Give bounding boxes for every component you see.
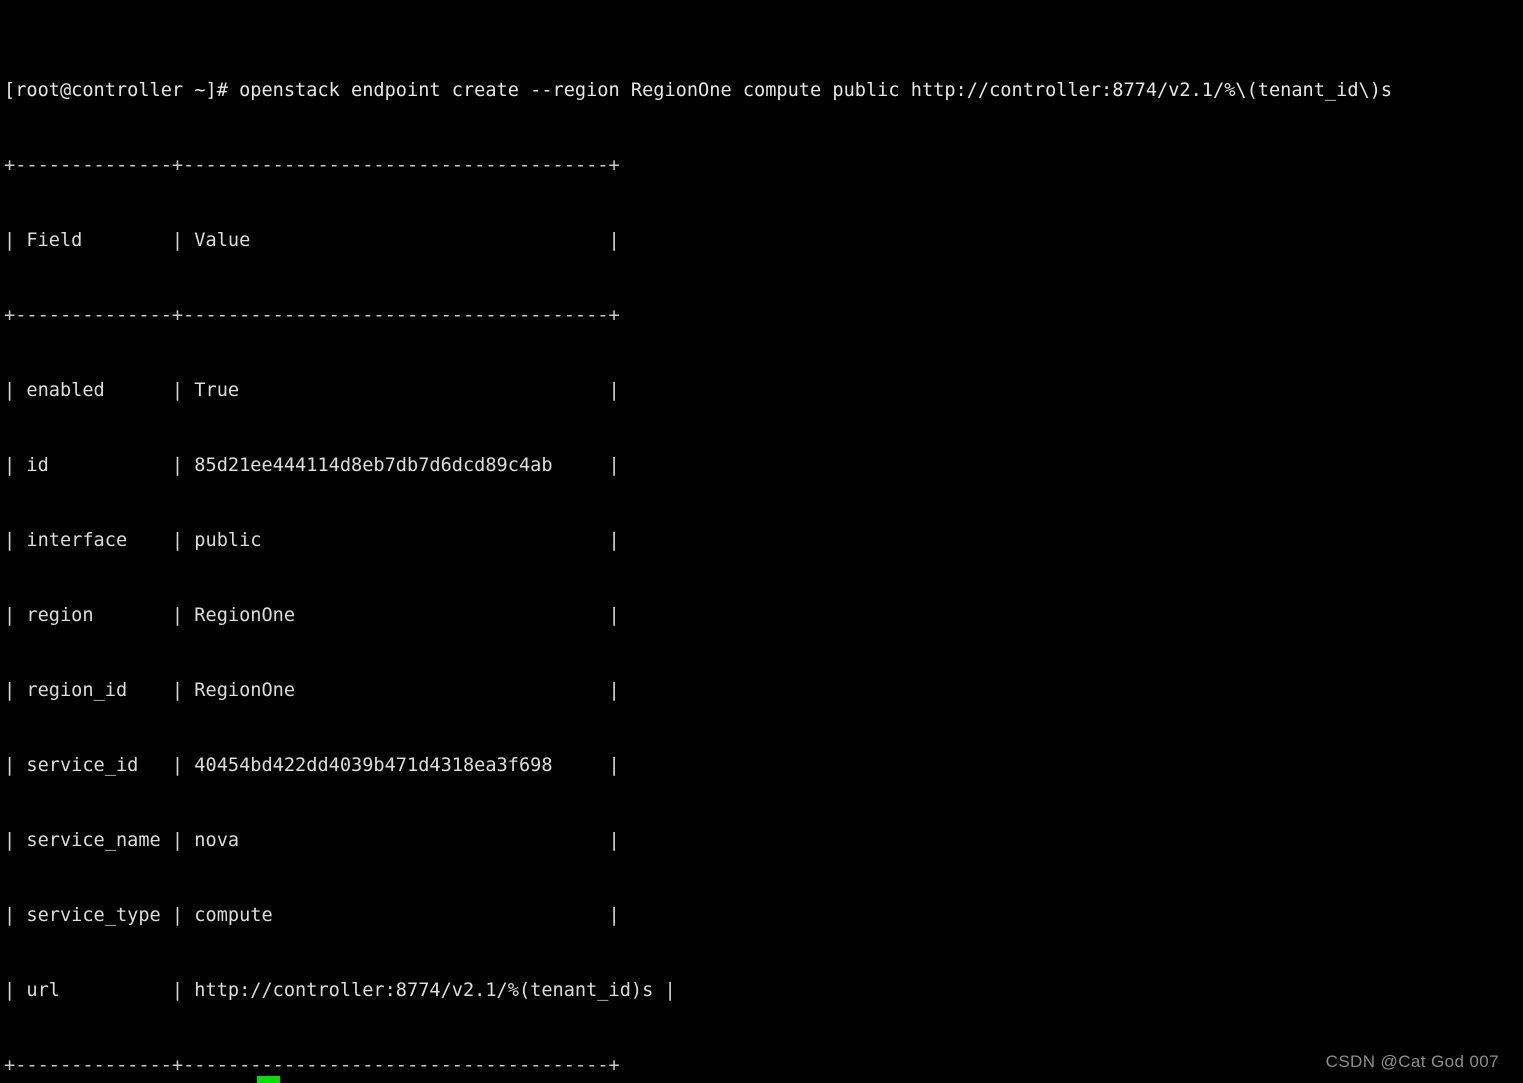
watermark-label: CSDN @Cat God 007 — [1325, 1052, 1499, 1071]
table-row: | service_id | 40454bd422dd4039b471d4318… — [4, 755, 620, 776]
table-row: | enabled | True | — [4, 380, 620, 401]
terminal-screen[interactable]: [root@controller ~]# openstack endpoint … — [0, 0, 1523, 1083]
table-rule-top-1: +--------------+------------------------… — [4, 155, 620, 176]
table-rule-bottom-1: +--------------+------------------------… — [4, 1055, 620, 1076]
table-rule-header-1: +--------------+------------------------… — [4, 305, 620, 326]
table-row: | region_id | RegionOne | — [4, 680, 620, 701]
table-row: | region | RegionOne | — [4, 605, 620, 626]
table-row: | service_type | compute | — [4, 905, 620, 926]
text-cursor — [257, 1076, 280, 1083]
table-row: | service_name | nova | — [4, 830, 620, 851]
table-row: | id | 85d21ee444114d8eb7db7d6dcd89c4ab … — [4, 455, 620, 476]
table-row: | interface | public | — [4, 530, 620, 551]
command-line-public: [root@controller ~]# openstack endpoint … — [4, 80, 1393, 101]
terminal-window[interactable]: [root@controller ~]# openstack endpoint … — [0, 0, 1523, 1083]
table-row: | url | http://controller:8774/v2.1/%(te… — [4, 980, 676, 1001]
table-header-1: | Field | Value | — [4, 230, 620, 251]
